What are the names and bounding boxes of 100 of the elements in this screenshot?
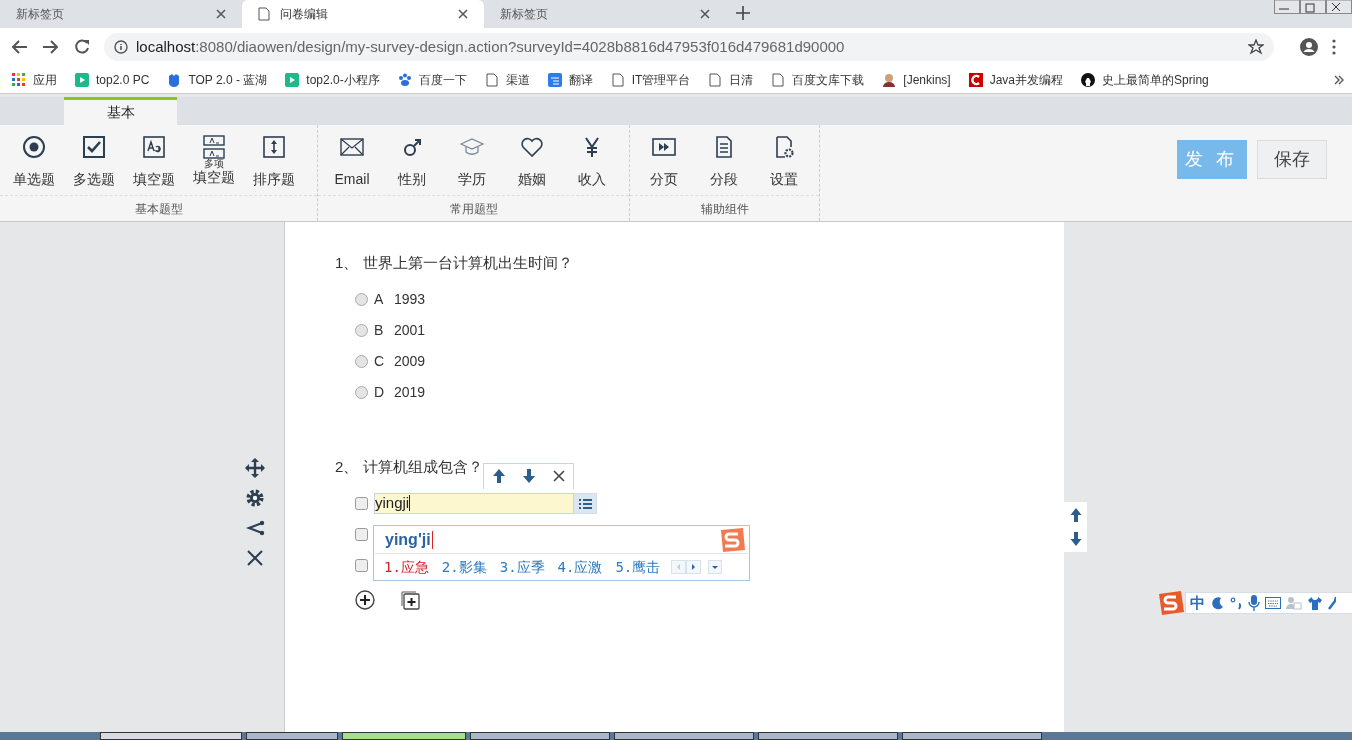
bookmark[interactable]: top2.0 PC — [75, 70, 150, 89]
punctuation-icon[interactable] — [1229, 596, 1243, 610]
bookmark[interactable]: IT管理平台 — [610, 70, 691, 89]
bookmark[interactable]: Java并发编程 — [968, 70, 1064, 89]
question-type-button[interactable]: 多项 填空题 — [184, 135, 244, 195]
back-icon[interactable] — [10, 39, 28, 55]
browser-tab[interactable]: 新标签页 — [0, 0, 242, 28]
option-text: 1993 — [394, 290, 426, 309]
expand-icon[interactable] — [708, 560, 723, 574]
reload-icon[interactable] — [74, 39, 90, 55]
bookmark[interactable]: 百度一下 — [397, 70, 467, 89]
close-icon[interactable] — [1326, 0, 1352, 14]
star-icon[interactable] — [1248, 39, 1264, 55]
s-logo-icon[interactable] — [1157, 590, 1185, 616]
question-type-button[interactable]: 分页 — [634, 135, 694, 195]
sort-icon — [262, 135, 286, 159]
url-text: localhost:8080/diaowen/design/my-survey-design.action?surveyId=4028b8816d47953f016d479681d90000 — [136, 36, 845, 57]
question-type-button[interactable]: 婚姻 — [502, 135, 562, 195]
browser-tab[interactable]: 问卷编辑 — [242, 0, 484, 28]
settings-icon[interactable] — [245, 487, 265, 508]
group-label: 常用题型 — [318, 195, 629, 221]
question-type-button[interactable]: 多选题 — [64, 135, 124, 195]
arrow-up-icon[interactable] — [1069, 507, 1082, 523]
browser-tab[interactable]: 新标签页 — [484, 0, 726, 28]
apps-icon — [12, 72, 26, 87]
option-text: 2009 — [394, 352, 426, 371]
close-icon[interactable] — [245, 547, 265, 568]
question-type-button[interactable]: 性别 — [382, 135, 442, 195]
question-title: 1、 世界上第一台计算机出生时间？ — [335, 253, 573, 273]
ribbon-tab[interactable]: 基本 — [64, 97, 177, 125]
question-type-button[interactable]: 设置 — [754, 135, 814, 195]
radio-button[interactable] — [355, 355, 368, 368]
question-type-button[interactable]: 排序题 — [244, 135, 304, 195]
checkbox[interactable] — [355, 527, 368, 541]
address-field[interactable]: localhost:8080/diaowen/design/my-survey-design.action?surveyId=4028b8816d47953f016d479681d90000 — [104, 33, 1274, 61]
ime-candidate[interactable]: 1.应急 — [384, 556, 429, 578]
arrow-down-icon[interactable] — [1069, 531, 1082, 547]
bookmark[interactable]: 渠道 — [484, 70, 530, 89]
overflow-chevron-icon[interactable] — [1334, 75, 1344, 85]
checkbox[interactable] — [355, 496, 368, 510]
radio-icon — [22, 135, 46, 159]
moon-icon[interactable] — [1210, 596, 1224, 610]
question-type-button[interactable]: 收入 — [562, 135, 622, 195]
new-tab-icon[interactable] — [736, 6, 750, 20]
close-icon[interactable] — [552, 470, 565, 482]
envelope-icon — [340, 135, 364, 159]
add-circle-icon[interactable] — [355, 590, 375, 610]
close-icon[interactable] — [458, 9, 468, 19]
page-icon — [610, 72, 625, 87]
close-icon[interactable] — [700, 9, 710, 19]
tab-title: 新标签页 — [16, 6, 65, 23]
option-text: 2001 — [394, 321, 426, 340]
ime-candidate[interactable]: 2.影集 — [441, 556, 487, 578]
bookmark[interactable]: top2.0-小程序 — [285, 70, 380, 89]
add-batch-icon[interactable] — [401, 590, 420, 610]
bookmark[interactable]: 史上最简单的Spring — [1081, 70, 1209, 89]
close-icon[interactable] — [216, 9, 226, 19]
ime-candidate[interactable]: 5.鹰击 — [615, 556, 661, 578]
arrow-down-icon[interactable] — [522, 468, 537, 484]
option-letter: B — [374, 321, 385, 340]
input-mode-label[interactable]: 中 — [1190, 591, 1205, 615]
keyboard-icon[interactable] — [1265, 597, 1281, 609]
arrow-up-icon[interactable] — [492, 468, 507, 484]
forward-icon[interactable] — [42, 39, 60, 55]
bookmark[interactable]: TOP 2.0 - 蓝湖 — [167, 70, 268, 89]
sub-label: 多项 — [204, 159, 224, 169]
shirt-icon[interactable] — [1307, 596, 1323, 610]
play-icon — [75, 72, 89, 87]
question-type-button[interactable]: 填空题 — [124, 135, 184, 195]
radio-button[interactable] — [355, 386, 368, 399]
account-icon[interactable] — [1300, 38, 1318, 56]
option-input-field[interactable]: yingji — [374, 492, 574, 514]
bookmark[interactable]: 翻译 — [547, 70, 593, 89]
paw-icon — [397, 72, 412, 87]
page-break-icon — [652, 135, 676, 159]
more-icon[interactable] — [1332, 39, 1336, 55]
radio-button[interactable] — [355, 293, 368, 306]
page-icon — [484, 72, 499, 87]
radio-button[interactable] — [355, 324, 368, 337]
ime-candidate[interactable]: 4.应激 — [557, 556, 603, 578]
c-logo-icon — [968, 72, 983, 87]
bookmark[interactable]: 百度文库下载 — [771, 70, 865, 89]
minimize-icon[interactable] — [1274, 0, 1300, 14]
microphone-icon[interactable] — [1248, 595, 1260, 611]
bookmark[interactable]: [Jenkins] — [882, 70, 951, 89]
move-icon[interactable] — [245, 457, 265, 478]
text-field-icon — [142, 135, 166, 159]
question-type-button[interactable]: 分段 — [694, 135, 754, 195]
question-type-button[interactable]: 学历 — [442, 135, 502, 195]
bookmark[interactable]: 日清 — [708, 70, 754, 89]
tab-title: 问卷编辑 — [280, 6, 329, 23]
page-icon — [771, 72, 786, 87]
ime-candidate[interactable]: 3.应季 — [499, 556, 545, 578]
checkbox[interactable] — [355, 558, 368, 572]
save-button[interactable]: 保存 — [1257, 140, 1327, 179]
ime-composition: ying'ji — [385, 529, 431, 550]
question-type-button[interactable]: Email — [322, 135, 382, 195]
list-icon[interactable] — [573, 492, 597, 514]
question-type-button[interactable]: 单选题 — [4, 135, 64, 195]
bookmark[interactable]: 应用 — [12, 70, 57, 89]
